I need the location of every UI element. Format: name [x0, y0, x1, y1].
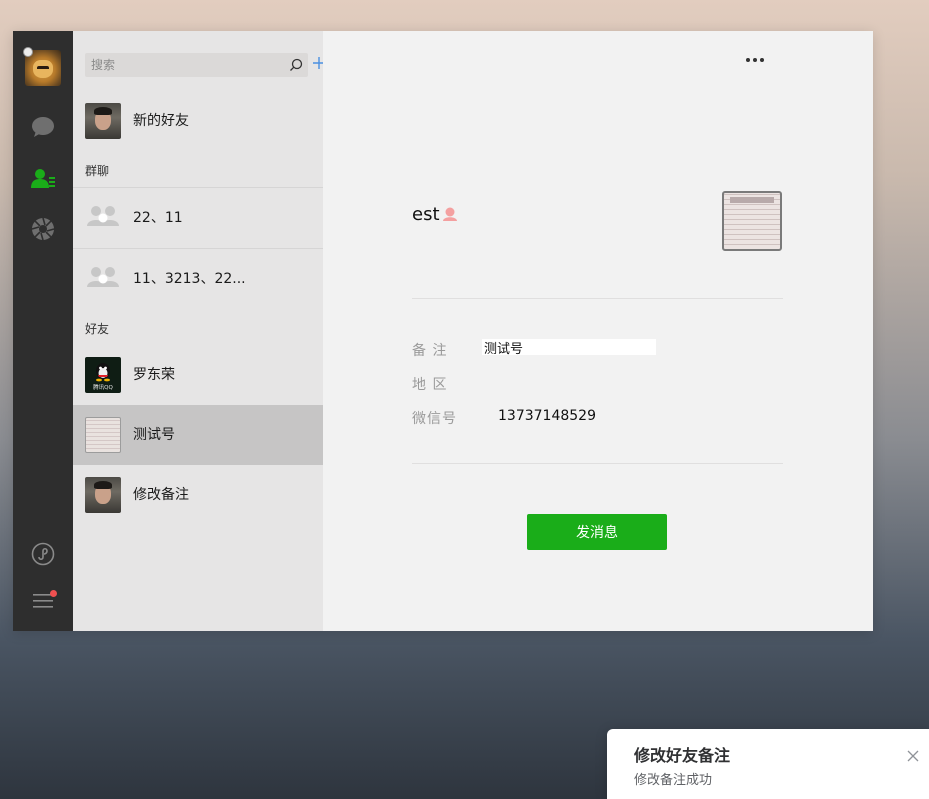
contact-avatar: [85, 417, 121, 453]
female-gender-icon: [443, 207, 457, 221]
list-item-friend-selected[interactable]: 测试号: [73, 405, 323, 465]
moments-icon[interactable]: [30, 216, 56, 242]
online-status-dot: [23, 47, 33, 57]
toast-message: 修改备注成功: [634, 773, 713, 788]
close-icon[interactable]: [907, 750, 919, 762]
list-item-new-friends[interactable]: 新的好友: [73, 91, 323, 151]
list-item-label: 罗东荣: [133, 367, 175, 383]
group-avatar-icon: [87, 267, 119, 287]
list-item-friend[interactable]: 修改备注: [73, 465, 323, 525]
list-item-label: 测试号: [133, 427, 175, 443]
search-icon[interactable]: [289, 58, 303, 72]
group-avatar-icon: [87, 206, 119, 226]
more-options-icon[interactable]: [744, 55, 766, 65]
notification-dot: [50, 590, 57, 597]
remark-input[interactable]: [482, 339, 656, 355]
wechat-id-value: 13737148529: [498, 408, 596, 424]
list-item-group[interactable]: 22、11: [73, 188, 323, 248]
contacts-icon[interactable]: [30, 166, 56, 192]
list-item-label: 11、3213、22...: [133, 271, 246, 287]
list-item-group[interactable]: 11、3213、22...: [73, 249, 323, 309]
contact-list-panel: 新的好友 群聊 22、11 11、3213、22... 好友: [73, 31, 323, 631]
new-friends-avatar: [85, 103, 121, 139]
list-item-label: 新的好友: [133, 113, 189, 129]
list-item-label: 修改备注: [133, 487, 189, 503]
qq-avatar: 腾讯QQ: [85, 357, 121, 393]
toast-title: 修改好友备注: [634, 746, 731, 765]
region-label: 地 区: [412, 377, 448, 393]
chat-icon[interactable]: [30, 114, 56, 140]
sidebar-nav: [13, 31, 73, 631]
divider: [412, 463, 783, 464]
friends-section-header: 好友: [85, 322, 110, 336]
send-message-button[interactable]: 发消息: [527, 514, 667, 550]
wechat-id-label: 微信号: [412, 411, 457, 427]
add-contact-icon[interactable]: [312, 56, 323, 70]
mini-program-icon[interactable]: [30, 541, 56, 567]
list-item-label: 22、11: [133, 210, 183, 226]
search-input[interactable]: [85, 53, 308, 77]
profile-panel: est 备 注 地 区 微信号 13737148529 发消息: [323, 31, 873, 631]
wechat-window: 新的好友 群聊 22、11 11、3213、22... 好友: [13, 31, 873, 631]
qq-penguin-icon: 腾讯QQ: [93, 363, 113, 391]
list-item-friend[interactable]: 腾讯QQ 罗东荣: [73, 345, 323, 405]
remark-label: 备 注: [412, 343, 448, 359]
qq-avatar-text: 腾讯QQ: [93, 383, 113, 391]
notification-toast: 修改好友备注 修改备注成功: [607, 729, 929, 799]
group-section-header: 群聊: [85, 164, 110, 178]
contact-avatar: [85, 477, 121, 513]
profile-nickname: est: [412, 204, 440, 225]
divider: [412, 298, 783, 299]
profile-avatar[interactable]: [722, 191, 782, 251]
